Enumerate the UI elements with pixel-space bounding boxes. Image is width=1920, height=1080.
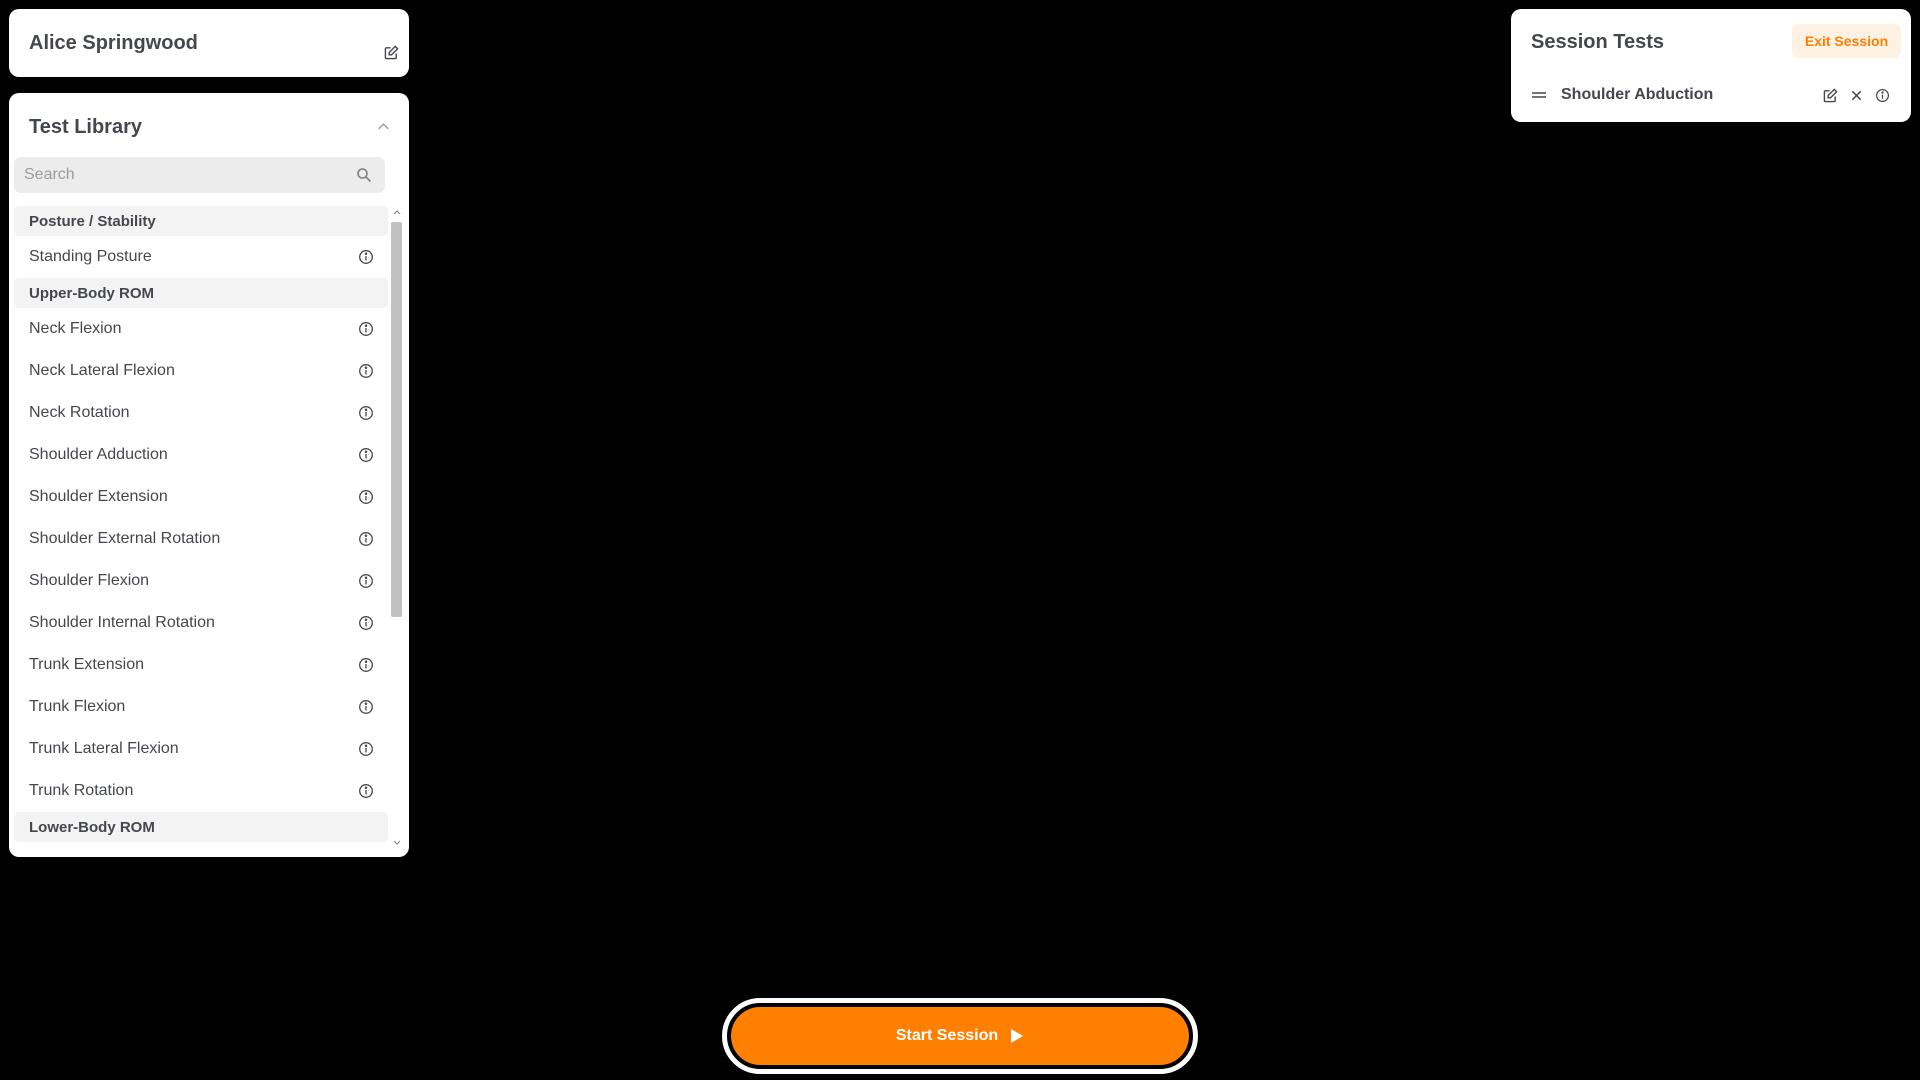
info-icon bbox=[359, 406, 373, 420]
test-label: Neck Rotation bbox=[29, 404, 130, 421]
test-label: Trunk Extension bbox=[29, 656, 145, 673]
scroll-up-icon[interactable] bbox=[392, 206, 402, 218]
info-icon bbox=[359, 322, 373, 336]
info-icon bbox=[1875, 88, 1889, 102]
info-icon bbox=[359, 532, 373, 546]
drag-handle-icon[interactable] bbox=[1531, 87, 1547, 103]
test-label: Neck Flexion bbox=[29, 320, 122, 337]
play-icon bbox=[1011, 1029, 1024, 1043]
search-icon bbox=[357, 168, 372, 183]
test-label: Standing Posture bbox=[29, 248, 152, 265]
info-icon bbox=[359, 250, 373, 264]
patient-name: Alice Springwood bbox=[29, 32, 198, 54]
test-info-button[interactable] bbox=[358, 363, 374, 379]
info-icon bbox=[359, 616, 373, 630]
test-list-item[interactable]: Standing Posture bbox=[14, 236, 388, 278]
info-icon bbox=[359, 448, 373, 462]
info-icon bbox=[359, 574, 373, 588]
test-label: Trunk Lateral Flexion bbox=[29, 740, 179, 757]
category-header: Posture / Stability bbox=[14, 206, 388, 236]
info-icon bbox=[359, 784, 373, 798]
test-info-button[interactable] bbox=[358, 741, 374, 757]
start-session-label: Start Session bbox=[895, 1027, 999, 1044]
test-list-item[interactable]: Neck Lateral Flexion bbox=[14, 350, 388, 392]
test-info-button[interactable] bbox=[358, 405, 374, 421]
edit-session-test-button[interactable] bbox=[1819, 84, 1841, 106]
search-input[interactable] bbox=[24, 157, 344, 193]
category-header: Lower-Body ROM bbox=[14, 812, 388, 842]
test-label: Shoulder Adduction bbox=[29, 446, 168, 463]
chevron-up-icon bbox=[377, 122, 389, 129]
test-list-item[interactable]: Shoulder External Rotation bbox=[14, 518, 388, 560]
test-info-button[interactable] bbox=[358, 531, 374, 547]
session-test-info-button[interactable] bbox=[1871, 84, 1893, 106]
test-info-button[interactable] bbox=[358, 489, 374, 505]
test-list-item[interactable]: Trunk Extension bbox=[14, 644, 388, 686]
session-title: Session Tests bbox=[1531, 31, 1665, 53]
scroll-down-icon[interactable] bbox=[392, 837, 402, 849]
session-test-item[interactable]: Shoulder Abduction bbox=[1531, 81, 1901, 109]
test-info-button[interactable] bbox=[358, 573, 374, 589]
test-library-panel: Test Library Posture / Stability Standing… bbox=[9, 93, 409, 857]
test-list-item[interactable]: Neck Flexion bbox=[14, 308, 388, 350]
info-icon bbox=[359, 364, 373, 378]
test-list-item[interactable]: Trunk Rotation bbox=[14, 770, 388, 812]
test-info-button[interactable] bbox=[358, 249, 374, 265]
info-icon bbox=[359, 490, 373, 504]
close-icon bbox=[1851, 90, 1861, 100]
test-list-item[interactable]: Trunk Flexion bbox=[14, 686, 388, 728]
test-list-item[interactable]: Trunk Lateral Flexion bbox=[14, 728, 388, 770]
test-list-item[interactable]: Shoulder Extension bbox=[14, 476, 388, 518]
test-info-button[interactable] bbox=[358, 699, 374, 715]
test-list-item[interactable]: Shoulder Adduction bbox=[14, 434, 388, 476]
test-label: Neck Lateral Flexion bbox=[29, 362, 175, 379]
session-tests-panel: Session Tests Exit Session Shoulder Abdu… bbox=[1511, 9, 1911, 122]
library-scrollbar[interactable] bbox=[389, 206, 404, 851]
test-label: Shoulder Flexion bbox=[29, 572, 150, 589]
remove-session-test-button[interactable] bbox=[1845, 84, 1867, 106]
info-icon bbox=[359, 742, 373, 756]
info-icon bbox=[359, 658, 373, 672]
collapse-library-button[interactable] bbox=[372, 115, 394, 137]
test-info-button[interactable] bbox=[358, 657, 374, 673]
patient-card: Alice Springwood bbox=[9, 9, 409, 77]
edit-patient-button[interactable] bbox=[380, 41, 402, 63]
scroll-thumb[interactable] bbox=[391, 222, 402, 617]
test-info-button[interactable] bbox=[358, 615, 374, 631]
test-list-item[interactable]: Shoulder Flexion bbox=[14, 560, 388, 602]
info-icon bbox=[359, 700, 373, 714]
edit-icon bbox=[1823, 87, 1838, 102]
test-label: Shoulder Extension bbox=[29, 488, 168, 505]
test-list-item[interactable]: Shoulder Internal Rotation bbox=[14, 602, 388, 644]
library-title: Test Library bbox=[29, 116, 142, 138]
test-label: Shoulder External Rotation bbox=[29, 530, 221, 547]
search-box bbox=[14, 157, 385, 193]
test-info-button[interactable] bbox=[358, 321, 374, 337]
test-label: Trunk Rotation bbox=[29, 782, 134, 799]
edit-icon bbox=[384, 44, 399, 59]
test-label: Shoulder Internal Rotation bbox=[29, 614, 215, 631]
test-list-item[interactable]: Neck Rotation bbox=[14, 392, 388, 434]
category-header: Upper-Body ROM bbox=[14, 278, 388, 308]
test-info-button[interactable] bbox=[358, 783, 374, 799]
test-list-viewport[interactable]: Posture / Stability Standing Posture Upper… bbox=[14, 206, 399, 850]
test-list: Posture / Stability Standing Posture Upper… bbox=[14, 206, 388, 842]
session-test-label: Shoulder Abduction bbox=[1561, 86, 1714, 103]
test-info-button[interactable] bbox=[358, 447, 374, 463]
test-label: Trunk Flexion bbox=[29, 698, 126, 715]
exit-session-button[interactable]: Exit Session bbox=[1792, 24, 1901, 58]
start-session-button[interactable]: Start Session bbox=[731, 1007, 1189, 1065]
start-session-button-frame: Start Session bbox=[722, 998, 1198, 1074]
